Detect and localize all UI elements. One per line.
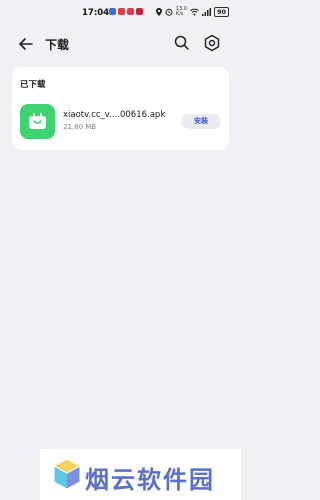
notification-app-icon [109,8,116,15]
signal-icon [201,8,211,16]
battery-indicator: 90 [213,7,229,17]
file-size: 21.80 MB [63,123,97,131]
header: 下载 [0,26,241,62]
install-button[interactable]: 安装 [181,114,221,129]
file-name[interactable]: xiaotv.cc_v....00616.apk [63,110,165,120]
notification-app-icon [127,8,134,15]
wifi-icon [190,8,199,16]
cube-logo-icon [52,458,82,490]
network-speed: 13.0 K/s [176,7,187,17]
system-icons: 13.0 K/s 90 [155,7,229,17]
notification-app-icon [136,8,143,15]
status-bar: 17:04 13.0 K/s 90 [0,0,241,26]
gear-icon[interactable] [203,34,221,52]
watermark-text: 烟云软件园 [85,466,215,494]
page-title: 下载 [45,38,70,52]
watermark: 烟云软件园 [40,449,241,500]
network-speed-unit: K/s [175,11,184,17]
status-time: 17:04 [82,8,110,18]
alarm-icon [165,8,173,16]
notification-app-icon [118,8,125,15]
search-icon[interactable] [173,34,191,52]
apk-app-icon[interactable] [20,104,55,139]
section-title-downloaded: 已下载 [20,80,46,90]
downloaded-card: 已下载 xiaotv.cc_v....00616.apk 21.80 MB 安装 [12,67,229,150]
shopping-bag-icon [29,112,46,129]
back-arrow-icon[interactable] [16,34,36,54]
location-icon [155,8,162,16]
notification-icons [109,8,143,15]
